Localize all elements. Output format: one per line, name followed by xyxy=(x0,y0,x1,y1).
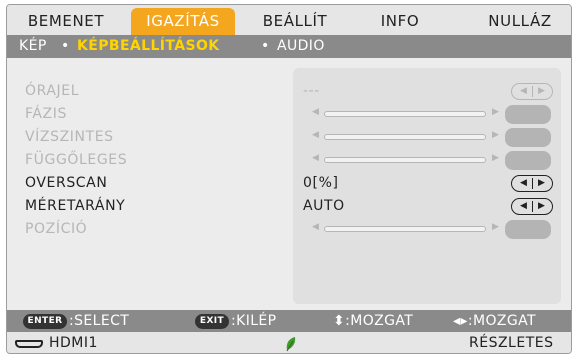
help-select: :SELECT xyxy=(69,313,130,329)
tab-nullaz[interactable]: NULLÁZ xyxy=(475,8,565,35)
left-arrow-icon[interactable]: ◀ xyxy=(520,199,527,214)
setting-row-overscan[interactable]: OVERSCAN 0[%] ◀ ▶ xyxy=(7,172,571,195)
setting-value: AUTO xyxy=(303,198,345,214)
value-box xyxy=(505,105,551,124)
setting-label: FÜGGŐLEGES xyxy=(25,152,128,168)
setting-row-orajel: ÓRAJEL --- ◀ ▶ xyxy=(7,80,571,103)
orajel-adjust-control: ◀ ▶ xyxy=(511,83,553,100)
status-bar: HDMI1 RÉSZLETES xyxy=(7,332,571,353)
left-arrow-icon: ◀ xyxy=(312,107,319,117)
setting-label: MÉRETARÁNY xyxy=(25,198,126,214)
subtab-kepbeallitasok[interactable]: KÉPBEÁLLÍTÁSOK xyxy=(77,35,220,58)
slider-track xyxy=(324,157,486,163)
details-button[interactable]: RÉSZLETES xyxy=(469,332,553,353)
left-arrow-icon[interactable]: ◀ xyxy=(520,176,527,191)
value-box xyxy=(505,151,551,170)
projector-osd-menu: BEMENET IGAZÍTÁS BEÁLLÍT INFO NULLÁZ KÉP… xyxy=(6,4,572,354)
left-arrow-icon: ◀ xyxy=(312,130,319,140)
setting-label: ÓRAJEL xyxy=(25,83,80,99)
setting-row-pozicio: POZÍCIÓ ◀ ▶ xyxy=(7,218,571,241)
help-exit: :KILÉP xyxy=(231,313,277,329)
setting-row-meretarany[interactable]: MÉRETARÁNY AUTO ◀ ▶ xyxy=(7,195,571,218)
right-arrow-icon: ▶ xyxy=(492,222,499,232)
right-arrow-icon: ▶ xyxy=(492,107,499,117)
divider xyxy=(532,178,533,189)
settings-content: ÓRAJEL --- ◀ ▶ FÁZIS ◀ ▶ VÍZSZINTES ◀ ▶ … xyxy=(7,58,571,310)
tab-beallit[interactable]: BEÁLLÍT xyxy=(245,8,345,35)
divider xyxy=(532,201,533,212)
setting-row-fazis: FÁZIS ◀ ▶ xyxy=(7,103,571,126)
setting-value: 0[%] xyxy=(303,175,339,191)
setting-row-vizszintes: VÍZSZINTES ◀ ▶ xyxy=(7,126,571,149)
left-arrow-icon: ◀ xyxy=(312,222,319,232)
value-box xyxy=(505,220,551,239)
value-box xyxy=(505,128,551,147)
hdmi-connector-icon xyxy=(15,340,43,348)
slider-track xyxy=(324,111,486,117)
right-arrow-icon: ▶ xyxy=(492,153,499,163)
pozicio-slider: ◀ ▶ xyxy=(312,222,500,235)
input-source: HDMI1 xyxy=(49,335,98,351)
subtab-kep[interactable]: KÉP xyxy=(19,35,47,58)
help-move-vertical: ⬍:MOZGAT xyxy=(333,313,414,329)
slider-track xyxy=(324,134,486,140)
meretarany-adjust-control[interactable]: ◀ ▶ xyxy=(511,198,553,215)
right-arrow-icon: ▶ xyxy=(492,130,499,140)
subtab-audio[interactable]: AUDIO xyxy=(277,35,325,58)
tab-info[interactable]: INFO xyxy=(361,8,439,35)
slider-track xyxy=(324,226,486,232)
enter-key-icon: ENTER xyxy=(23,314,67,329)
setting-label: OVERSCAN xyxy=(25,175,108,191)
main-tab-bar: BEMENET IGAZÍTÁS BEÁLLÍT INFO NULLÁZ xyxy=(7,5,571,35)
help-bar: ENTER :SELECT EXIT :KILÉP ⬍:MOZGAT ◂▸:MO… xyxy=(7,310,571,332)
help-move-horizontal: ◂▸:MOZGAT xyxy=(453,313,536,329)
right-arrow-icon[interactable]: ▶ xyxy=(538,176,545,191)
divider xyxy=(532,86,533,97)
right-arrow-icon: ▶ xyxy=(538,86,545,96)
right-arrow-icon[interactable]: ▶ xyxy=(538,199,545,214)
sub-tab-bar: KÉP • KÉPBEÁLLÍTÁSOK • AUDIO xyxy=(7,35,571,58)
fazis-slider: ◀ ▶ xyxy=(312,107,500,120)
setting-value: --- xyxy=(303,83,320,99)
overscan-adjust-control[interactable]: ◀ ▶ xyxy=(511,175,553,192)
left-arrow-icon: ◀ xyxy=(312,153,319,163)
tab-igazitas[interactable]: IGAZÍTÁS xyxy=(131,8,235,35)
fuggoleges-slider: ◀ ▶ xyxy=(312,153,500,166)
subtab-separator: • xyxy=(261,38,270,54)
subtab-separator: • xyxy=(61,38,70,54)
setting-row-fuggoleges: FÜGGŐLEGES ◀ ▶ xyxy=(7,149,571,172)
vizszintes-slider: ◀ ▶ xyxy=(312,130,500,143)
setting-label: POZÍCIÓ xyxy=(25,221,88,237)
setting-label: VÍZSZINTES xyxy=(25,129,114,145)
tab-bemenet[interactable]: BEMENET xyxy=(17,8,115,35)
left-arrow-icon: ◀ xyxy=(520,86,527,96)
exit-key-icon: EXIT xyxy=(195,314,229,329)
setting-label: FÁZIS xyxy=(25,106,67,122)
eco-leaf-icon xyxy=(286,337,296,352)
